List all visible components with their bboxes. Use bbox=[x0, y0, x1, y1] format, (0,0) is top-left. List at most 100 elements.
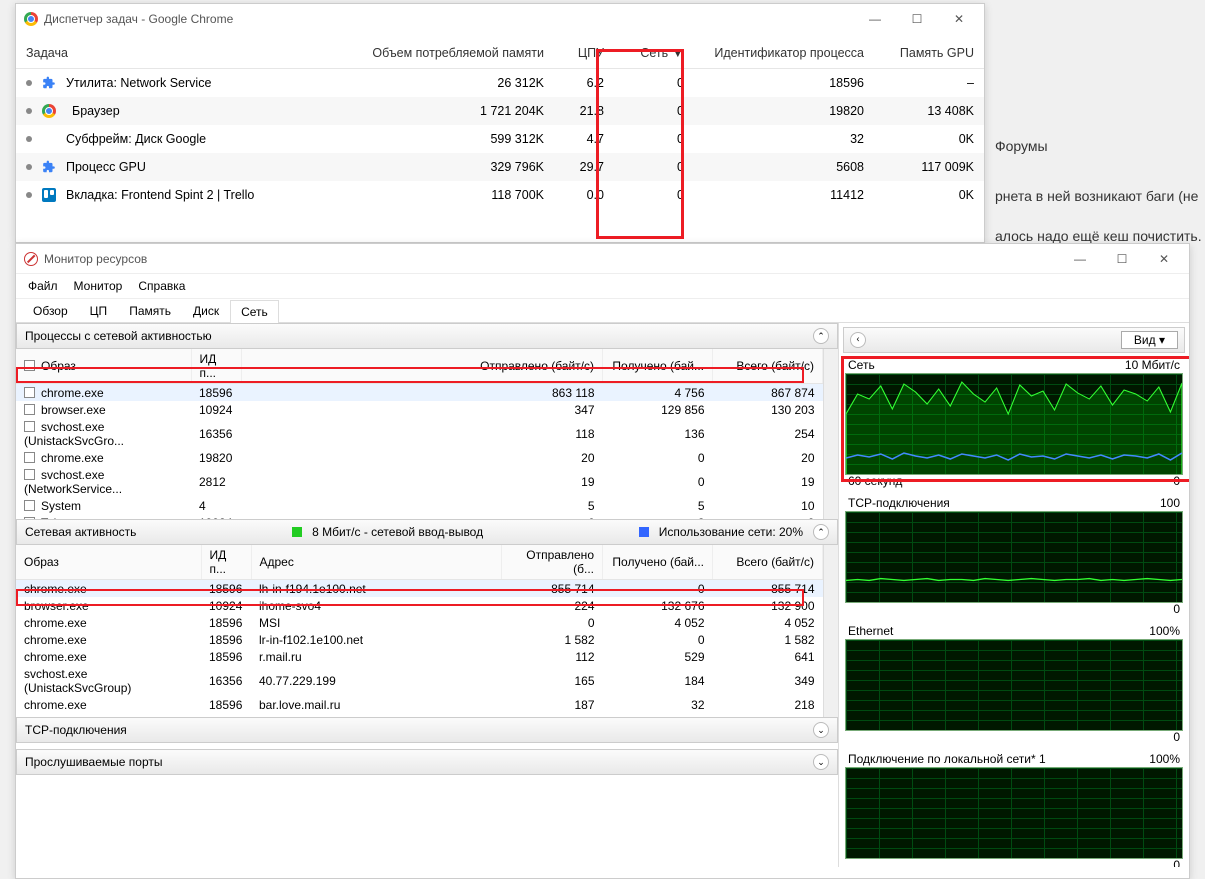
col-task[interactable]: Задача bbox=[16, 34, 346, 69]
minimize-button[interactable]: — bbox=[1059, 246, 1101, 272]
view-select[interactable]: Вид ▾ bbox=[1121, 331, 1178, 349]
chevron-up-icon[interactable]: ⌃ bbox=[813, 328, 829, 344]
col-cpu[interactable]: ЦПУ bbox=[554, 34, 614, 69]
graph-network: Сеть 10 Мбит/с 60 секунд 0 bbox=[845, 373, 1183, 475]
tab-overview[interactable]: Обзор bbox=[22, 299, 79, 322]
chevron-up-icon[interactable]: ⌃ bbox=[813, 524, 829, 540]
resmon-titlebar[interactable]: Монитор ресурсов — ☐ ✕ bbox=[16, 244, 1189, 274]
section-title: Прослушиваемые порты bbox=[25, 755, 162, 769]
menu-monitor[interactable]: Монитор bbox=[68, 276, 129, 296]
col-gpu[interactable]: Память GPU bbox=[874, 34, 984, 69]
task-name: Утилита: Network Service bbox=[66, 76, 211, 90]
cell-cpu: 6.2 bbox=[554, 69, 614, 98]
chrome-titlebar[interactable]: Диспетчер задач - Google Chrome — ☐ ✕ bbox=[16, 4, 984, 34]
chevron-down-icon[interactable]: ⌄ bbox=[813, 754, 829, 770]
table-row[interactable]: svchost.exe (UnistackSvcGro... 163561181… bbox=[16, 418, 823, 449]
cell-net: 0 bbox=[614, 125, 694, 153]
scrollbar[interactable] bbox=[823, 349, 838, 519]
checkbox[interactable] bbox=[24, 421, 35, 432]
table-row[interactable]: Утилита: Network Service 26 312K 6.2 0 1… bbox=[16, 69, 984, 98]
table-row[interactable]: chrome.exe18596lr-in-f102.1e100.net 1 58… bbox=[16, 631, 823, 648]
graph-tcp: TCP-подключения 100 0 bbox=[845, 511, 1183, 603]
table-row[interactable]: svchost.exe (NetworkService... 281219019 bbox=[16, 466, 823, 497]
table-row[interactable]: chrome.exe 18596863 1184 756867 874 bbox=[16, 384, 823, 402]
menubar: Файл Монитор Справка bbox=[16, 274, 1189, 299]
graph-max: 100% bbox=[1149, 752, 1180, 766]
maximize-button[interactable]: ☐ bbox=[1101, 246, 1143, 272]
scrollbar[interactable] bbox=[823, 545, 838, 717]
table-row[interactable]: chrome.exe18596MSI 04 0524 052 bbox=[16, 614, 823, 631]
graph-max: 100% bbox=[1149, 624, 1180, 638]
cell-mem: 118 700K bbox=[346, 181, 554, 209]
col-pid[interactable]: Идентификатор процесса bbox=[694, 34, 874, 69]
table-row[interactable]: svchost.exe (UnistackSvcGroup)1635640.77… bbox=[16, 665, 823, 696]
cell-pid: 32 bbox=[694, 125, 874, 153]
table-row[interactable]: browser.exe 10924347129 856130 203 bbox=[16, 401, 823, 418]
checkbox[interactable] bbox=[24, 404, 35, 415]
table-row[interactable]: browser.exe10924ihome-svo4 224132 676132… bbox=[16, 597, 823, 614]
table-row[interactable]: Вкладка: Frontend Spint 2 | Trello 118 7… bbox=[16, 181, 984, 209]
chevron-down-icon[interactable]: ⌄ bbox=[813, 722, 829, 738]
table-row[interactable]: chrome.exe18596lh-in-f194.1e100.net 855 … bbox=[16, 580, 823, 598]
col-sent[interactable]: Отправлено (б... bbox=[501, 545, 603, 580]
graph-min: 0 bbox=[1173, 602, 1180, 616]
cell-net: 0 bbox=[614, 97, 694, 125]
col-net[interactable]: Сеть ▼ bbox=[614, 34, 694, 69]
chrome-icon bbox=[24, 12, 38, 26]
table-row[interactable]: Браузер 1 721 204K 21.8 0 19820 13 408K bbox=[16, 97, 984, 125]
window-title: Диспетчер задач - Google Chrome bbox=[44, 12, 854, 26]
right-panel: › Вид ▾ Сеть 10 Мбит/с 60 секунд 0 bbox=[839, 323, 1189, 867]
cell-gpu: 0K bbox=[874, 181, 984, 209]
menu-help[interactable]: Справка bbox=[132, 276, 191, 296]
processes-table: Образ ИД п... Отправлено (байт/с) Получе… bbox=[16, 349, 823, 519]
col-total[interactable]: Всего (байт/с) bbox=[713, 349, 823, 384]
col-pid[interactable]: ИД п... bbox=[201, 545, 251, 580]
graph-title: Подключение по локальной сети* 1 bbox=[848, 752, 1046, 766]
col-addr[interactable]: Адрес bbox=[251, 545, 501, 580]
section-title: TCP-подключения bbox=[25, 723, 127, 737]
activity-header[interactable]: Сетевая активность 8 Мбит/с - сетевой вв… bbox=[16, 519, 838, 545]
table-row[interactable]: Субфрейм: Диск Google 599 312K 4.7 0 32 … bbox=[16, 125, 984, 153]
table-row[interactable]: chrome.exe18596r.mail.ru 112529641 bbox=[16, 648, 823, 665]
chevron-right-icon[interactable]: › bbox=[850, 332, 866, 348]
resource-monitor-window: Монитор ресурсов — ☐ ✕ Файл Монитор Спра… bbox=[15, 243, 1190, 879]
col-recv[interactable]: Получено (бай... bbox=[603, 545, 713, 580]
cell-net: 0 bbox=[614, 153, 694, 181]
tab-mem[interactable]: Память bbox=[118, 299, 182, 322]
table-row[interactable]: Telegram.exe 19924639 bbox=[16, 514, 823, 519]
col-image[interactable]: Образ bbox=[16, 349, 191, 384]
graph-title: Ethernet bbox=[848, 624, 893, 638]
table-row[interactable]: chrome.exe 1982020020 bbox=[16, 449, 823, 466]
col-pid[interactable]: ИД п... bbox=[191, 349, 241, 384]
checkbox[interactable] bbox=[24, 452, 35, 463]
checkbox[interactable] bbox=[24, 469, 35, 480]
col-total[interactable]: Всего (байт/с) bbox=[713, 545, 823, 580]
tcp-header[interactable]: TCP-подключения ⌄ bbox=[16, 717, 838, 743]
ports-header[interactable]: Прослушиваемые порты ⌄ bbox=[16, 749, 838, 775]
menu-file[interactable]: Файл bbox=[22, 276, 64, 296]
checkbox[interactable] bbox=[24, 500, 35, 511]
checkbox-all[interactable] bbox=[24, 360, 35, 371]
table-row[interactable]: chrome.exe18596is-radar12.common.radar.i… bbox=[16, 713, 823, 717]
table-row[interactable]: System 45510 bbox=[16, 497, 823, 514]
bg-text: Форумы bbox=[995, 138, 1048, 154]
close-button[interactable]: ✕ bbox=[938, 6, 980, 32]
col-recv[interactable]: Получено (бай... bbox=[603, 349, 713, 384]
processes-header[interactable]: Процессы с сетевой активностью ⌃ bbox=[16, 323, 838, 349]
close-button[interactable]: ✕ bbox=[1143, 246, 1185, 272]
checkbox[interactable] bbox=[24, 387, 35, 398]
legend-usage: Использование сети: 20% bbox=[659, 525, 803, 539]
col-sent[interactable]: Отправлено (байт/с) bbox=[241, 349, 603, 384]
maximize-button[interactable]: ☐ bbox=[896, 6, 938, 32]
cell-mem: 1 721 204K bbox=[346, 97, 554, 125]
table-row[interactable]: Процесс GPU 329 796K 29.7 0 5608 117 009… bbox=[16, 153, 984, 181]
checkbox[interactable] bbox=[24, 517, 35, 520]
minimize-button[interactable]: — bbox=[854, 6, 896, 32]
tab-net[interactable]: Сеть bbox=[230, 300, 279, 323]
col-mem[interactable]: Объем потребляемой памяти bbox=[346, 34, 554, 69]
table-row[interactable]: chrome.exe18596bar.love.mail.ru 18732218 bbox=[16, 696, 823, 713]
col-image[interactable]: Образ bbox=[16, 545, 201, 580]
tab-disk[interactable]: Диск bbox=[182, 299, 230, 322]
tab-cpu[interactable]: ЦП bbox=[79, 299, 119, 322]
cell-cpu: 4.7 bbox=[554, 125, 614, 153]
